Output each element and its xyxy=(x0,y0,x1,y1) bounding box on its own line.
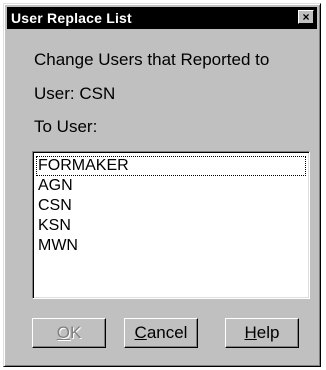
close-icon: × xyxy=(302,10,310,24)
cancel-mnemonic: C xyxy=(134,323,147,342)
list-item-mwn[interactable]: MWN xyxy=(36,236,306,256)
user-replace-dialog: User Replace List × Change Users that Re… xyxy=(3,3,321,367)
cancel-label-rest: ancel xyxy=(146,323,188,342)
heading-label: Change Users that Reported to xyxy=(34,50,270,69)
ok-button[interactable]: OK xyxy=(32,318,106,348)
user-label: User: CSN xyxy=(34,84,116,103)
list-item-ksn[interactable]: KSN xyxy=(36,216,306,236)
help-label-rest: elp xyxy=(256,323,280,342)
list-item-csn[interactable]: CSN xyxy=(36,196,306,216)
list-item-agn[interactable]: AGN xyxy=(36,176,306,196)
to-user-label: To User: xyxy=(34,117,98,136)
ok-mnemonic: O xyxy=(56,323,70,342)
ok-label-rest: K xyxy=(69,323,82,342)
list-item-formaker[interactable]: FORMAKER xyxy=(36,156,306,176)
help-button[interactable]: Help xyxy=(225,318,299,348)
to-user-listbox[interactable]: FORMAKER AGN CSN KSN MWN xyxy=(32,151,310,299)
close-button[interactable]: × xyxy=(298,10,314,24)
title-bar[interactable]: User Replace List × xyxy=(7,7,317,29)
dialog-title: User Replace List xyxy=(11,10,132,26)
cancel-button[interactable]: Cancel xyxy=(124,318,198,348)
help-mnemonic: H xyxy=(244,323,257,342)
